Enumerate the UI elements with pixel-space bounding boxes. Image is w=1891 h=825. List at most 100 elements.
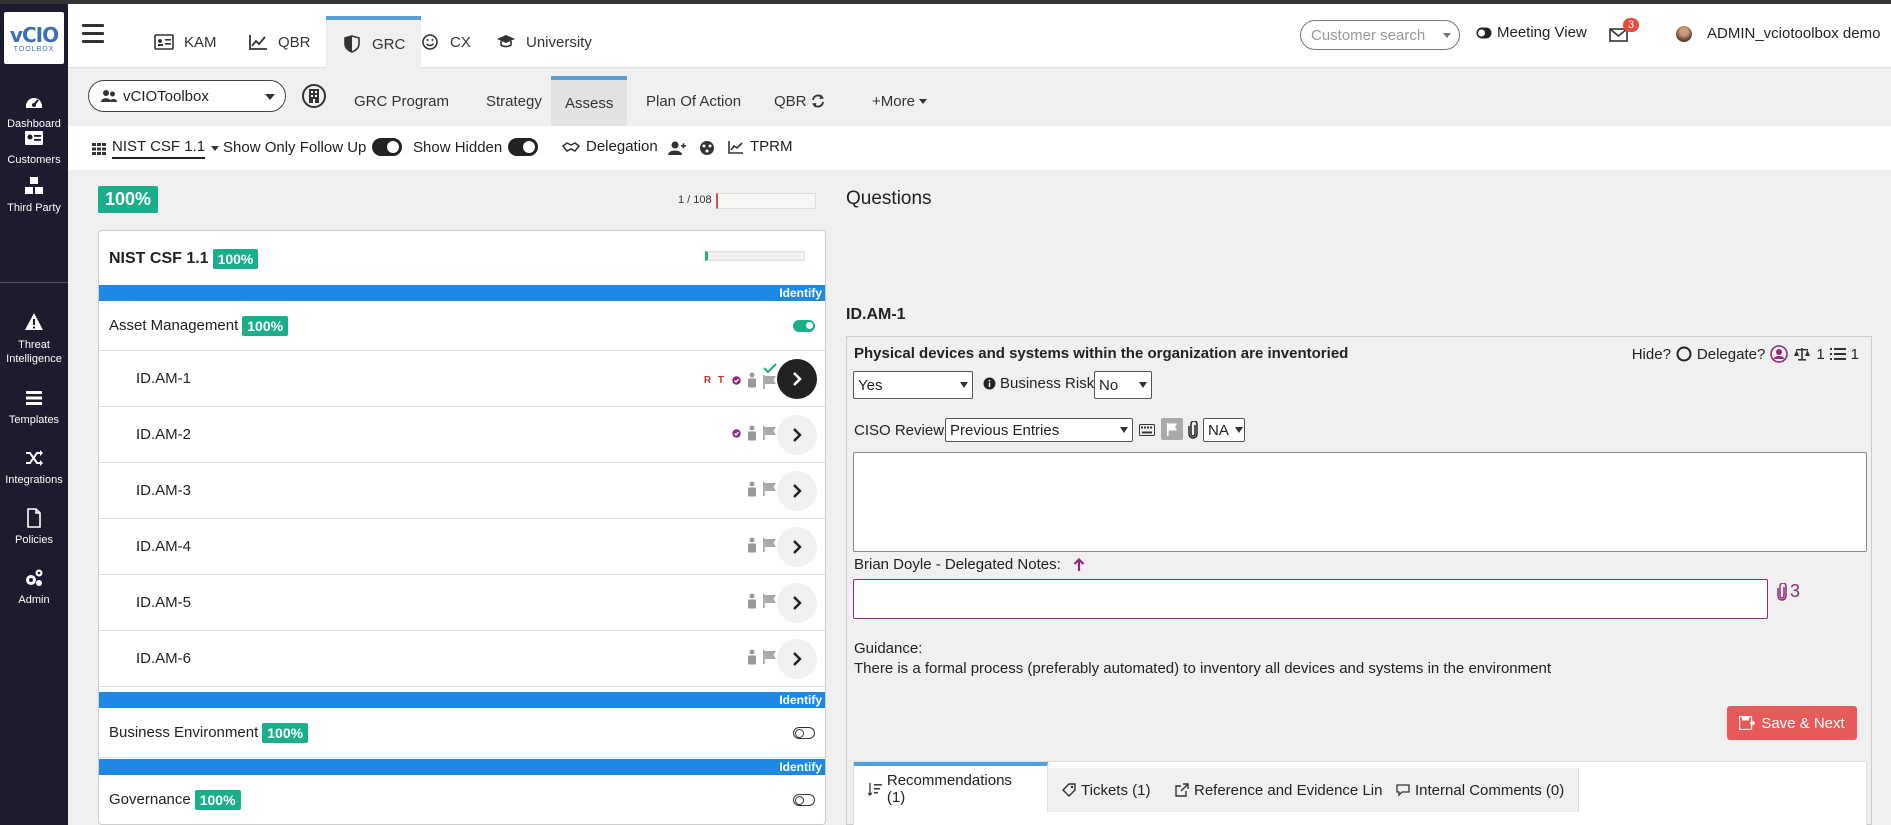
- sidebar-label: Admin: [18, 594, 50, 606]
- sidebar-divider: [0, 282, 68, 283]
- save-icon: [1739, 716, 1756, 730]
- flag-button-icon[interactable]: [1161, 418, 1183, 440]
- question-row-id-am-4[interactable]: ID.AM-4: [99, 519, 825, 575]
- framework-name: NIST CSF 1.1: [109, 250, 209, 267]
- tab-university[interactable]: University: [480, 16, 608, 68]
- check-badge-icon: [732, 375, 741, 385]
- tab-internal-comments[interactable]: Internal Comments (0): [1382, 768, 1580, 812]
- tab-label: KAM: [184, 33, 217, 51]
- category-row-asset-management[interactable]: Asset Management 100%: [99, 301, 825, 351]
- tab-assess[interactable]: Assess: [551, 76, 628, 126]
- tab-tickets[interactable]: Tickets (1): [1048, 768, 1166, 812]
- arrow-up-icon[interactable]: [1073, 557, 1085, 572]
- hide-radio-icon[interactable]: [1676, 346, 1692, 362]
- tab-recommendations[interactable]: Recommendations (1): [854, 762, 1048, 812]
- sidebar-item-dashboard[interactable]: Dashboard: [0, 92, 68, 130]
- keyboard-icon[interactable]: [1139, 424, 1155, 436]
- sidebar-item-integrations[interactable]: Integrations: [0, 448, 68, 486]
- tab-strategy[interactable]: Strategy: [472, 76, 556, 126]
- save-next-button[interactable]: Save & Next: [1727, 706, 1857, 740]
- tab-kam[interactable]: KAM: [138, 16, 233, 68]
- tab-qbr[interactable]: QBR: [232, 16, 327, 68]
- toggle-switch[interactable]: [508, 138, 539, 156]
- category-row-business-environment[interactable]: Business Environment 100%: [99, 708, 825, 758]
- category-toggle[interactable]: [793, 794, 815, 806]
- question-row-id-am-2[interactable]: ID.AM-2: [99, 407, 825, 463]
- category-toggle[interactable]: [793, 320, 815, 332]
- question-row-id-am-1[interactable]: ID.AM-1 R T: [99, 351, 825, 407]
- hide-label: Hide?: [1631, 345, 1671, 363]
- tab-grc-program[interactable]: GRC Program: [340, 76, 463, 126]
- previous-entries-select[interactable]: Previous Entries: [945, 418, 1133, 442]
- question-id: ID.AM-1: [136, 370, 192, 387]
- tab-plan-of-action[interactable]: Plan Of Action: [632, 76, 755, 126]
- toggle-switch[interactable]: [372, 138, 403, 156]
- meeting-view-toggle[interactable]: Meeting View: [1476, 24, 1587, 41]
- question-id: ID.AM-3: [136, 482, 192, 499]
- category-label: Asset Management: [109, 317, 239, 334]
- open-question-button[interactable]: [777, 415, 817, 455]
- question-row-id-am-6[interactable]: ID.AM-6: [99, 631, 825, 687]
- sidebar-item-third-party[interactable]: Third Party: [0, 176, 68, 214]
- building-button[interactable]: [302, 84, 326, 108]
- tab-label: +More: [872, 92, 915, 110]
- delegate-user-icon[interactable]: [1770, 345, 1789, 363]
- add-user-icon[interactable]: [668, 140, 686, 156]
- question-row-id-am-5[interactable]: ID.AM-5: [99, 575, 825, 631]
- delegated-notes-textarea[interactable]: [853, 579, 1768, 619]
- smile-icon: [422, 34, 438, 50]
- tprm-button[interactable]: TPRM: [728, 138, 793, 155]
- open-question-button[interactable]: [777, 639, 817, 679]
- delegated-notes-text: Brian Doyle - Delegated Notes:: [854, 556, 1061, 573]
- sidebar-item-threat-intelligence[interactable]: Threat Intelligence: [0, 312, 68, 366]
- na-select[interactable]: NA: [1203, 418, 1245, 442]
- tab-qbr-sub[interactable]: QBR: [760, 76, 839, 126]
- sidebar-item-admin[interactable]: Admin: [0, 568, 68, 606]
- delegation-button[interactable]: Delegation: [562, 138, 658, 155]
- framework-select[interactable]: NIST CSF 1.1: [92, 138, 220, 159]
- person-icon: [748, 593, 756, 609]
- question-status-icons: [732, 425, 777, 441]
- toggle-icon: [1476, 27, 1492, 38]
- tab-cx[interactable]: CX: [404, 16, 487, 68]
- guidance-text: There is a formal process (preferably au…: [854, 660, 1551, 677]
- overall-progress-bar: [716, 193, 816, 209]
- open-question-button[interactable]: [777, 471, 817, 511]
- tab-label: Recommendations (1): [886, 772, 1012, 806]
- ciso-review-textarea[interactable]: [853, 452, 1867, 552]
- question-id: ID.AM-5: [136, 594, 192, 611]
- hamburger-menu-icon[interactable]: [82, 24, 104, 44]
- open-question-button[interactable]: [777, 359, 817, 399]
- line-chart-icon: [249, 35, 267, 50]
- category-toggle[interactable]: [793, 727, 815, 739]
- person-icon: [748, 649, 756, 665]
- answer-select[interactable]: Yes: [853, 371, 973, 399]
- framework-title: NIST CSF 1.1 100%: [109, 249, 259, 269]
- sidebar-item-templates[interactable]: Templates: [0, 388, 68, 426]
- user-name[interactable]: ADMIN_vciotoolbox demo: [1707, 25, 1880, 42]
- paperclip-icon[interactable]: [1188, 421, 1198, 439]
- info-icon: [983, 377, 996, 390]
- question-row-id-am-3[interactable]: ID.AM-3: [99, 463, 825, 519]
- open-question-button[interactable]: [777, 583, 817, 623]
- open-question-button[interactable]: [777, 527, 817, 567]
- question-status-icons: [747, 593, 777, 609]
- answer-value: Yes: [858, 376, 883, 394]
- left-sidebar: vCIO TOOLBOX Dashboard Customers Third P…: [0, 4, 68, 825]
- client-select[interactable]: vCIOToolbox: [88, 80, 286, 112]
- gamepad-icon[interactable]: [698, 140, 716, 156]
- top-header: KAM QBR GRC CX University Customer searc…: [68, 4, 1891, 68]
- sidebar-item-customers[interactable]: Customers: [0, 128, 68, 166]
- tab-more[interactable]: +More: [858, 76, 941, 126]
- app-logo[interactable]: vCIO TOOLBOX: [4, 12, 64, 64]
- avatar[interactable]: [1676, 26, 1692, 42]
- business-risk-select[interactable]: No: [1094, 371, 1152, 399]
- chevron-down-icon: [960, 382, 968, 388]
- sidebar-item-policies[interactable]: Policies: [0, 508, 68, 546]
- attachments-link[interactable]: 3: [1777, 581, 1800, 602]
- show-hidden-toggle[interactable]: Show Hidden: [413, 138, 539, 156]
- show-follow-up-toggle[interactable]: Show Only Follow Up: [223, 138, 403, 156]
- category-row-governance[interactable]: Governance 100%: [99, 775, 825, 824]
- caret-down-icon: [211, 146, 220, 151]
- customer-search-input[interactable]: Customer search: [1300, 20, 1460, 50]
